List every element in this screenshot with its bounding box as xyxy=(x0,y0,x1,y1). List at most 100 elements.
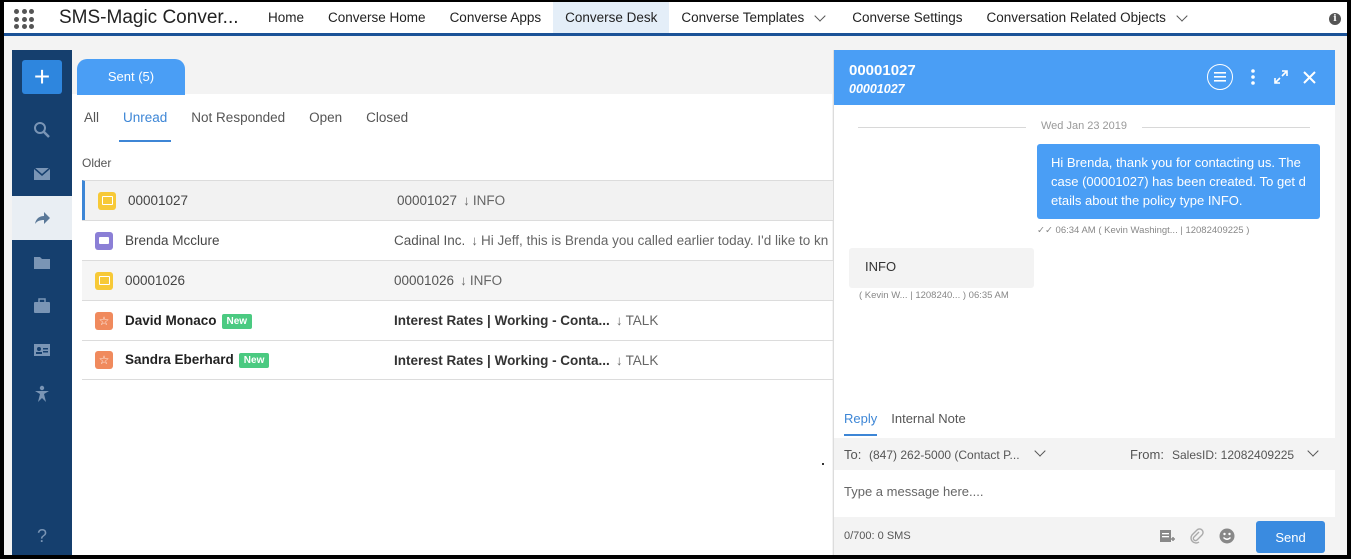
close-icon[interactable] xyxy=(1296,64,1322,90)
arrow-down-icon: ↓ xyxy=(615,313,623,328)
send-button[interactable]: Send xyxy=(1256,521,1325,553)
from-select[interactable]: SalesID: 12082409225 xyxy=(1172,448,1294,462)
template-icon[interactable] xyxy=(1158,527,1176,545)
row-subject: 00001026 ↓ INFO xyxy=(394,273,834,288)
lead-icon: ☆ xyxy=(95,311,113,330)
outgoing-message: Hi Brenda, thank you for contacting us. … xyxy=(1037,144,1320,219)
filter-tabs: All Unread Not Responded Open Closed xyxy=(72,96,420,144)
row-name: Sandra Eberhard New xyxy=(125,352,270,368)
conversation-subtitle: 00001027 xyxy=(849,82,905,96)
table-row[interactable]: ☆ Sandra Eberhard New Interest Rates | Work… xyxy=(82,340,842,380)
nav-item-label: Converse Desk xyxy=(565,10,658,25)
nav-item-converse-settings[interactable]: Converse Settings xyxy=(840,2,974,33)
tab-all[interactable]: All xyxy=(72,96,111,144)
to-chevron-down-icon[interactable] xyxy=(1034,445,1046,457)
mail-icon[interactable] xyxy=(12,152,72,196)
nav-item-converse-apps[interactable]: Converse Apps xyxy=(438,2,554,33)
tab-reply[interactable]: Reply xyxy=(844,408,878,436)
date-separator: Wed Jan 23 2019 xyxy=(858,120,1310,132)
nav-item-converse-templates[interactable]: Converse Templates xyxy=(669,2,840,33)
nav-item-home[interactable]: Home xyxy=(256,2,316,33)
person-icon[interactable] xyxy=(12,372,72,416)
row-keyword: TALK xyxy=(625,352,659,368)
incoming-message: INFO xyxy=(849,248,1034,288)
nav-item-converse-home[interactable]: Converse Home xyxy=(316,2,438,33)
row-subject: Cadinal Inc. ↓ Hi Jeff, this is Brenda you… xyxy=(394,233,834,248)
chevron-down-icon[interactable] xyxy=(814,9,826,22)
app-launcher-icon[interactable] xyxy=(14,9,36,29)
row-keyword: TALK xyxy=(625,313,659,328)
incoming-message-meta: ( Kevin W... | 1208240... ) 06:35 AM xyxy=(859,290,1009,301)
conversation-header: 00001027 00001027 xyxy=(834,50,1335,105)
row-subject-text: Interest Rates | Working - Conta... xyxy=(394,352,610,368)
row-name: 00001027 xyxy=(128,193,188,208)
recipient-bar: To: (847) 262-5000 (Contact P... From: S… xyxy=(834,438,1335,470)
emoji-icon[interactable] xyxy=(1218,527,1236,545)
row-name-text: 00001026 xyxy=(125,273,186,288)
top-nav: SMS-Magic Conver... Home Converse Home Con… xyxy=(4,2,1347,36)
app-name: SMS-Magic Conver... xyxy=(59,7,239,28)
new-conversation-button[interactable]: + xyxy=(22,60,62,94)
case-icon xyxy=(98,191,116,210)
help-icon[interactable]: ? xyxy=(12,526,72,547)
table-row[interactable]: 00001027 00001027 ↓ INFO xyxy=(82,180,842,220)
table-row[interactable]: 00001026 00001026 ↓ INFO xyxy=(82,260,842,300)
row-subject-text: 00001026 xyxy=(394,273,455,288)
arrow-down-icon: ↓ xyxy=(471,233,479,248)
nav-item-label: Converse Home xyxy=(328,10,426,25)
nav-item-label: Converse Apps xyxy=(449,10,542,25)
row-keyword: Hi Jeff, this is Brenda you called earli… xyxy=(481,233,829,248)
outgoing-message-meta: ✓✓ 06:34 AM ( Kevin Washingt... | 120824… xyxy=(1037,225,1250,236)
row-subject-text: 00001027 xyxy=(397,193,458,208)
left-rail: + ? xyxy=(12,50,72,555)
row-subject: 00001027 ↓ INFO xyxy=(397,193,837,208)
row-subject: Interest Rates | Working - Conta... ↓ TALK xyxy=(394,353,834,368)
nav-items: Home Converse Home Converse Apps Converse D… xyxy=(256,2,1202,33)
expand-icon[interactable] xyxy=(1268,64,1294,90)
row-subject-text: Interest Rates | Working - Conta... xyxy=(394,313,610,328)
conversation-panel: 00001027 00001027 Wed Jan 23 2019 Hi Bre… xyxy=(833,50,1335,555)
share-icon[interactable] xyxy=(12,196,72,240)
contact-icon xyxy=(95,231,113,250)
folder-icon[interactable] xyxy=(12,240,72,284)
more-options-icon[interactable] xyxy=(1240,64,1266,90)
nav-item-label: Home xyxy=(268,10,305,25)
to-label: To: xyxy=(844,447,862,462)
contact-card-icon[interactable] xyxy=(12,328,72,372)
from-chevron-down-icon[interactable] xyxy=(1307,445,1319,457)
arrow-down-icon: ↓ xyxy=(615,352,623,368)
info-icon[interactable]: i xyxy=(1329,13,1341,25)
row-name: 00001026 xyxy=(125,273,185,288)
message-input[interactable] xyxy=(844,480,1324,502)
tab-closed[interactable]: Closed xyxy=(354,96,420,144)
row-name-text: Brenda Mcclure xyxy=(125,233,220,248)
conversation-title: 00001027 xyxy=(849,62,916,79)
nav-item-label: Conversation Related Objects xyxy=(986,10,1166,25)
nav-item-conversation-related-objects[interactable]: Conversation Related Objects xyxy=(975,2,1202,33)
arrow-down-icon: ↓ xyxy=(460,273,467,288)
tab-not-responded[interactable]: Not Responded xyxy=(179,96,297,144)
tab-unread[interactable]: Unread xyxy=(111,96,179,144)
list-view-icon[interactable] xyxy=(1207,64,1233,90)
attachment-icon[interactable] xyxy=(1188,527,1206,545)
chevron-down-icon[interactable] xyxy=(1176,9,1188,22)
table-row[interactable]: ☆ David Monaco New Interest Rates | Working… xyxy=(82,300,842,340)
conversation-rows: 00001027 00001027 ↓ INFO Brenda Mcclure Cadin… xyxy=(82,180,842,380)
row-name: David Monaco New xyxy=(125,313,253,329)
case-icon xyxy=(95,271,113,290)
row-keyword: INFO xyxy=(472,193,506,208)
to-select[interactable]: (847) 262-5000 (Contact P... xyxy=(869,448,1020,462)
conversation-list-panel: Sent (5) All Unread Not Responded Open Close… xyxy=(72,50,842,555)
lead-icon: ☆ xyxy=(95,351,113,369)
tab-open[interactable]: Open xyxy=(297,96,354,144)
nav-item-converse-desk[interactable]: Converse Desk xyxy=(553,2,670,33)
table-row[interactable]: Brenda Mcclure Cadinal Inc. ↓ Hi Jeff, this… xyxy=(82,220,842,260)
row-subject: Interest Rates | Working - Conta... ↓ TALK xyxy=(394,313,834,328)
group-label: Older xyxy=(82,156,112,170)
briefcase-icon[interactable] xyxy=(12,284,72,328)
sent-tab[interactable]: Sent (5) xyxy=(77,59,185,95)
tab-internal-note[interactable]: Internal Note xyxy=(891,408,965,436)
row-name-text: 00001027 xyxy=(128,193,189,208)
app-window: SMS-Magic Conver... Home Converse Home Con… xyxy=(4,2,1347,555)
search-icon[interactable] xyxy=(12,108,72,152)
